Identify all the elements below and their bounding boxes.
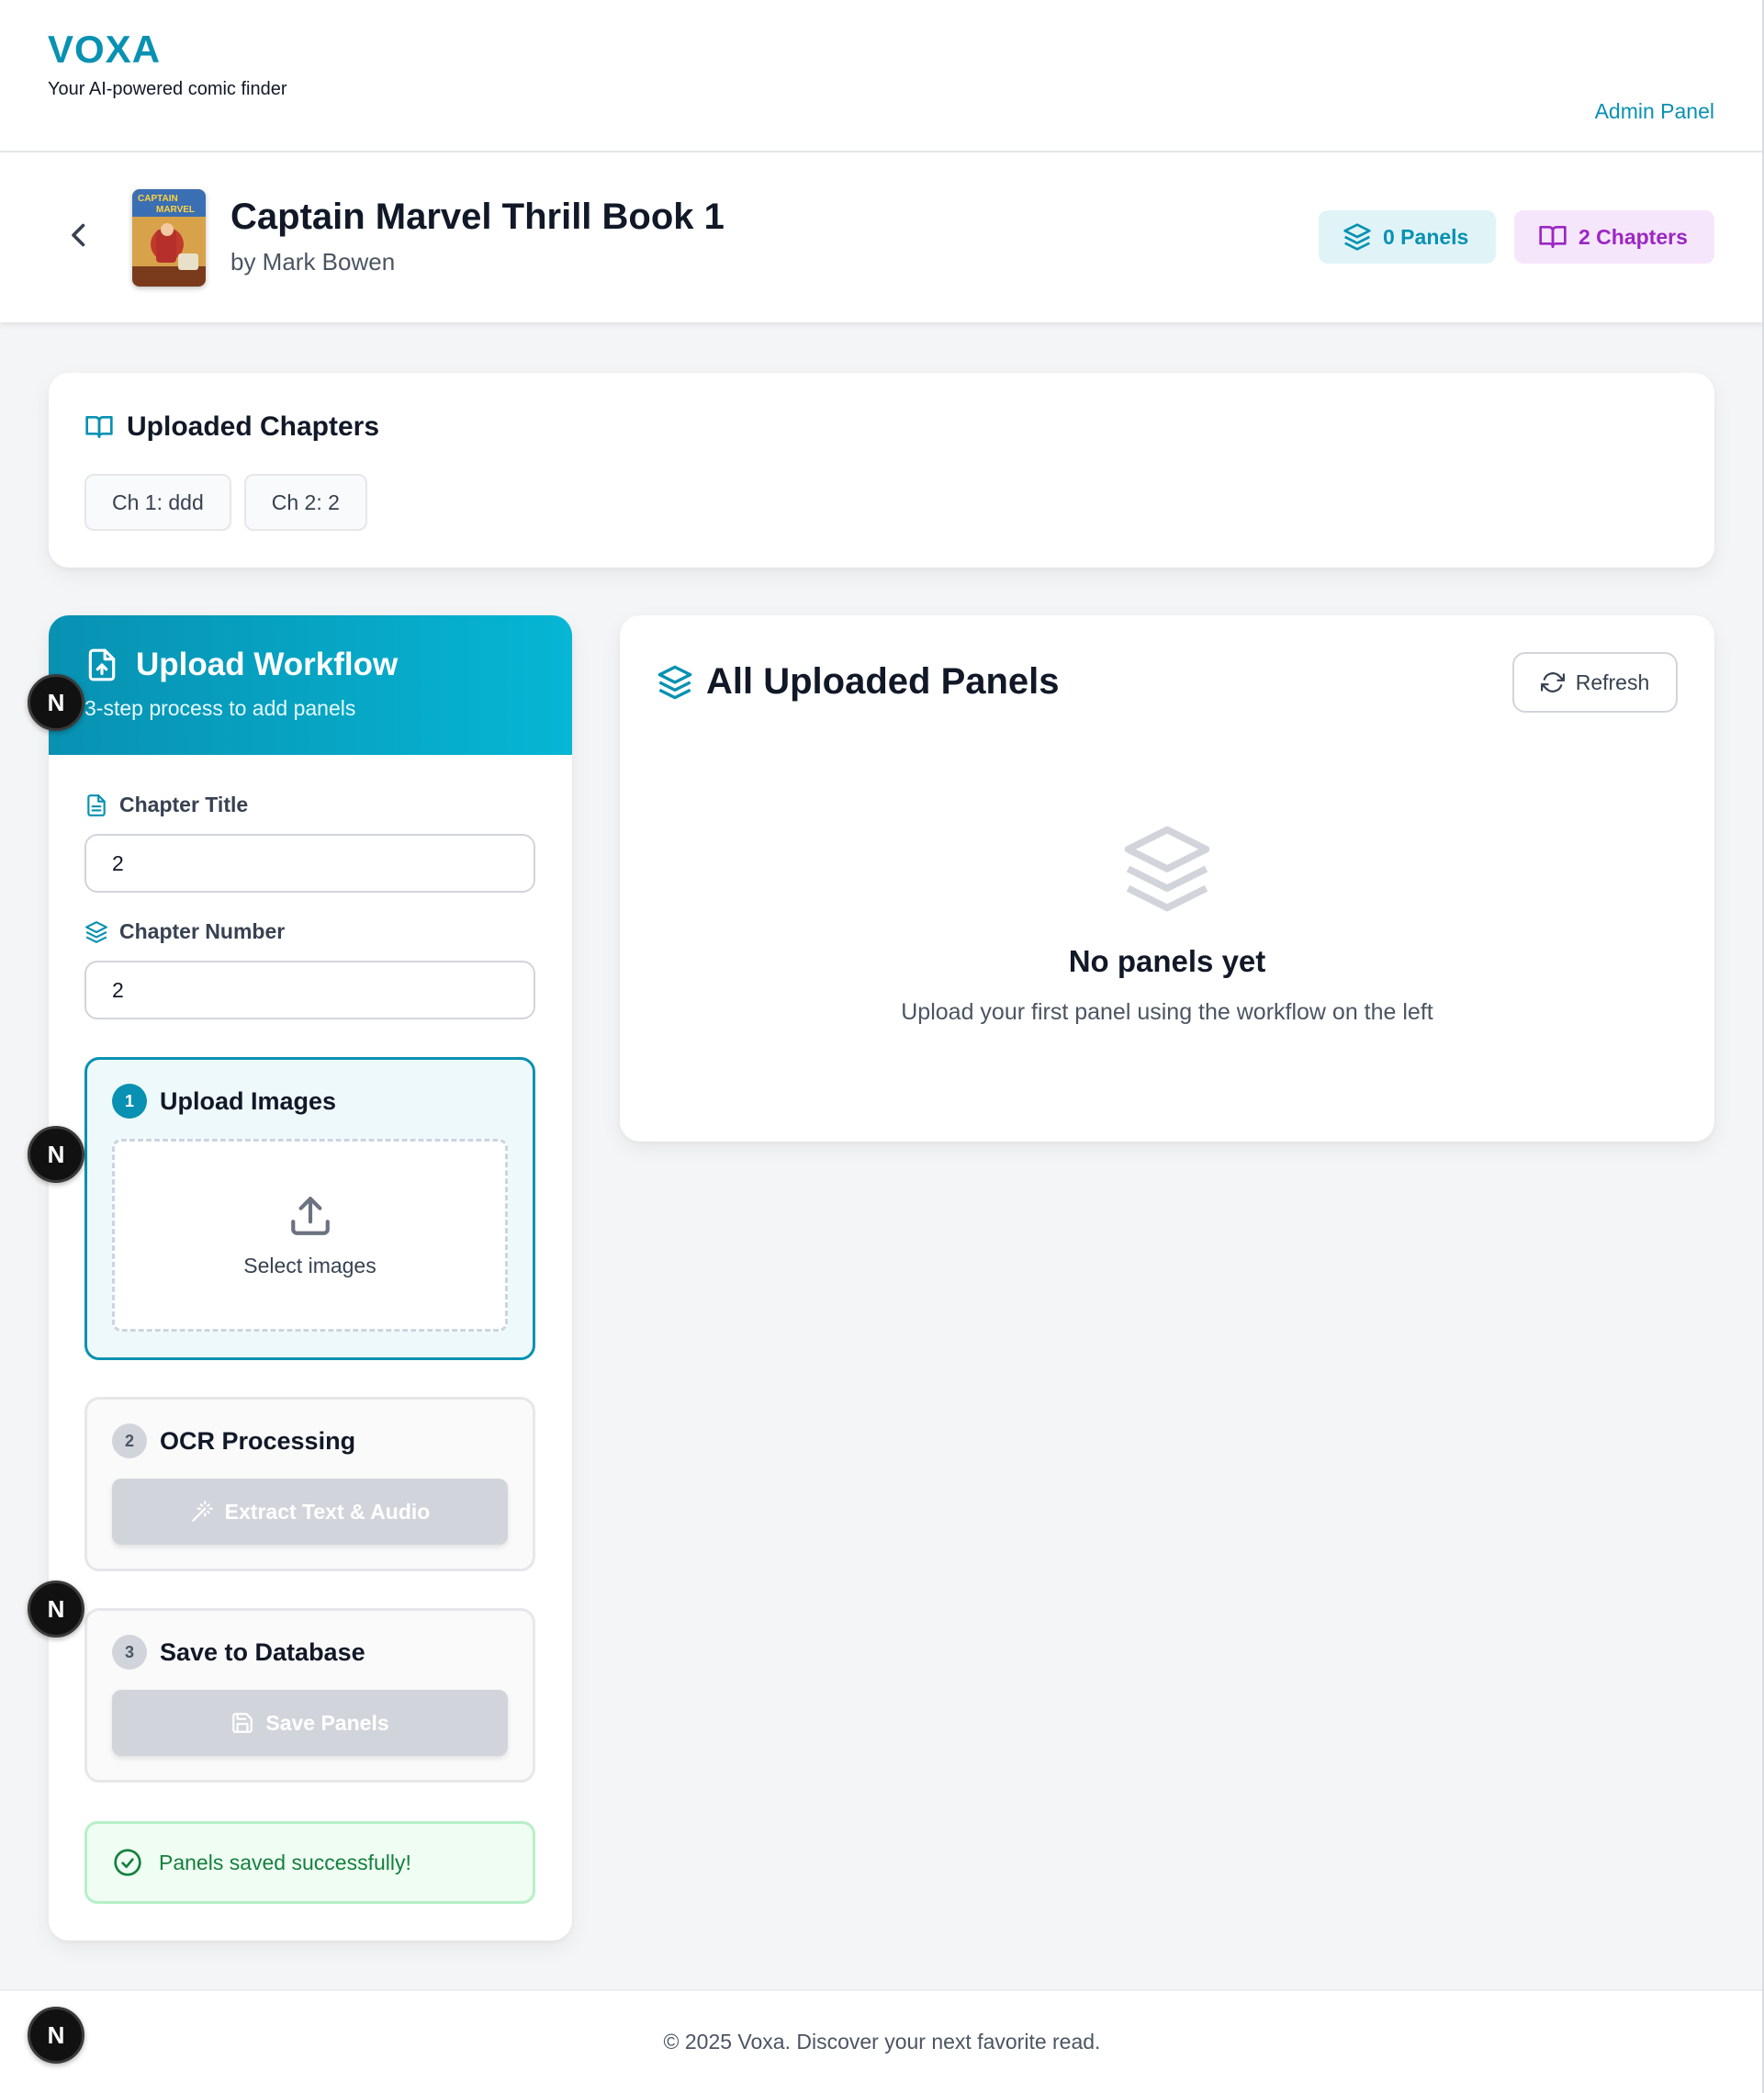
extract-button-label: Extract Text & Audio: [224, 1499, 431, 1524]
magic-wand-icon: [191, 1501, 213, 1522]
step-save-database: 3 Save to Database Save Panels: [84, 1608, 535, 1783]
panels-count-label: 0 Panels: [1383, 224, 1469, 249]
select-images-label: Select images: [243, 1253, 376, 1277]
brand[interactable]: VOXA Your AI-powered comic finder: [48, 29, 287, 100]
step-number: 3: [112, 1635, 147, 1670]
layers-icon: [657, 665, 692, 699]
brand-logo[interactable]: VOXA: [48, 29, 287, 70]
empty-state-subtitle: Upload your first panel using the workfl…: [901, 999, 1433, 1025]
uploaded-chapters-heading: Uploaded Chapters: [84, 411, 379, 443]
panels-count-badge: 0 Panels: [1319, 210, 1496, 264]
save-panels-button[interactable]: Save Panels: [112, 1690, 508, 1756]
chevron-left-icon: [72, 223, 85, 247]
check-circle-icon: [114, 1849, 141, 1876]
workflow-header: Upload Workflow 3-step process to add pa…: [49, 615, 572, 755]
book-cover: CAPTAIN MARVEL: [132, 189, 206, 287]
save-icon: [232, 1713, 253, 1733]
n-badge-button[interactable]: N: [28, 674, 84, 731]
book-title: Captain Marvel Thrill Book 1: [230, 197, 725, 237]
step-2-header: 2 OCR Processing: [112, 1423, 355, 1458]
uploaded-panels-heading: All Uploaded Panels: [657, 661, 1060, 703]
uploaded-chapters-card: Uploaded Chapters Ch 1: ddd Ch 2: 2: [49, 373, 1714, 568]
brand-tagline: Your AI-powered comic finder: [48, 79, 287, 99]
upload-workflow-card: Upload Workflow 3-step process to add pa…: [49, 615, 572, 1941]
chapter-title-input[interactable]: [84, 834, 535, 893]
uploaded-panels-title: All Uploaded Panels: [706, 661, 1060, 702]
file-text-icon: [87, 793, 106, 816]
site-footer: © 2025 Voxa. Discover your next favorite…: [0, 1989, 1764, 2093]
save-button-label: Save Panels: [265, 1710, 389, 1735]
workflow-subtitle: 3-step process to add panels: [84, 696, 356, 720]
chapter-chip[interactable]: Ch 2: 2: [243, 474, 367, 531]
n-badge-button[interactable]: N: [28, 1581, 84, 1637]
empty-state-title: No panels yet: [1068, 944, 1266, 978]
n-badge-button[interactable]: N: [28, 1126, 84, 1183]
layers-icon: [1343, 223, 1371, 251]
step-title: Save to Database: [160, 1637, 365, 1666]
cover-text-line2: MARVEL: [156, 205, 195, 215]
footer-copyright: © 2025 Voxa. Discover your next favorite…: [663, 2030, 1101, 2054]
step-number: 1: [112, 1084, 147, 1119]
chapter-chip-list: Ch 1: ddd Ch 2: 2: [84, 474, 367, 531]
image-dropzone[interactable]: Select images: [112, 1139, 508, 1332]
chapter-number-input[interactable]: [84, 961, 535, 1019]
refresh-label: Refresh: [1575, 670, 1650, 694]
upload-icon: [290, 1196, 330, 1235]
step-title: OCR Processing: [160, 1426, 356, 1455]
step-1-header: 1 Upload Images: [112, 1084, 336, 1119]
chapters-count-badge: 2 Chapters: [1514, 210, 1714, 264]
book-open-icon: [85, 416, 113, 438]
workflow-title: Upload Workflow: [84, 647, 398, 683]
step-upload-images: 1 Upload Images Select images: [84, 1057, 535, 1360]
success-message: Panels saved successfully!: [159, 1850, 411, 1874]
chapter-number-label: Chapter Number: [84, 919, 285, 944]
book-header: CAPTAIN MARVEL Captain Marvel Thrill Boo…: [0, 152, 1764, 322]
file-upload-icon: [88, 648, 116, 681]
uploaded-panels-card: All Uploaded Panels Refresh No panels ye…: [620, 615, 1714, 1142]
step-title: Upload Images: [160, 1086, 337, 1115]
uploaded-chapters-title: Uploaded Chapters: [127, 411, 380, 442]
layers-icon: [85, 920, 107, 943]
book-open-icon: [1539, 226, 1567, 248]
site-header: VOXA Your AI-powered comic finder Admin …: [0, 0, 1764, 152]
back-button[interactable]: [62, 219, 96, 252]
chapter-number-label-text: Chapter Number: [119, 919, 286, 943]
chapter-title-label-text: Chapter Title: [119, 793, 249, 816]
refresh-button[interactable]: Refresh: [1512, 652, 1678, 713]
n-badge-button[interactable]: N: [28, 2007, 84, 2064]
success-alert: Panels saved successfully!: [84, 1821, 535, 1904]
step-ocr-processing: 2 OCR Processing Extract Text & Audio: [84, 1397, 535, 1571]
workflow-title-text: Upload Workflow: [136, 647, 399, 682]
cover-text-line1: CAPTAIN: [138, 194, 178, 204]
step-number: 2: [112, 1423, 147, 1458]
empty-layers-icon: [1120, 822, 1214, 916]
chapters-count-label: 2 Chapters: [1579, 224, 1688, 249]
admin-panel-link[interactable]: Admin Panel: [1595, 99, 1714, 124]
chapter-chip[interactable]: Ch 1: ddd: [84, 474, 231, 531]
refresh-icon: [1540, 672, 1565, 692]
chapter-title-label: Chapter Title: [84, 793, 248, 817]
extract-text-audio-button[interactable]: Extract Text & Audio: [112, 1479, 508, 1545]
step-3-header: 3 Save to Database: [112, 1635, 365, 1670]
book-author: by Mark Bowen: [230, 248, 396, 276]
